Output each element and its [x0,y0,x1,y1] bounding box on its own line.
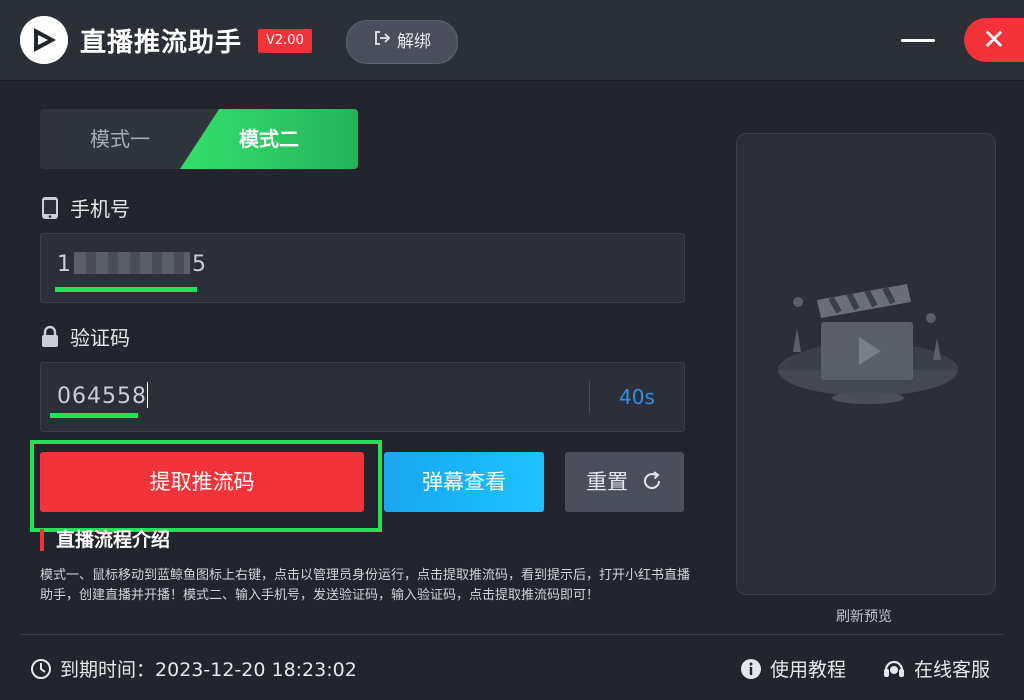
phone-field[interactable]: 15 [40,233,685,303]
code-countdown[interactable]: 40s [619,385,655,409]
phone-mask [74,252,190,274]
close-icon[interactable]: ✕ [964,18,1024,62]
phone-value: 15 [57,252,207,277]
version-badge: V2.00 [258,29,312,53]
refresh-preview-link[interactable]: 刷新预览 [836,606,892,626]
reset-label: 重置 [586,470,629,494]
code-field[interactable]: 064558 40s [40,362,685,432]
refresh-icon [641,455,663,515]
title-bar: 直播推流助手 V2.00 解绑 ✕ [0,0,1024,81]
play-logo-icon [20,16,68,64]
mode-tabs: 模式一 模式二 [40,109,358,169]
tutorial-label: 使用教程 [770,659,847,681]
online-service-link[interactable]: 在线客服 [882,655,990,685]
view-danmu-button[interactable]: 弹幕查看 [384,452,544,512]
code-value-text: 064558 [57,384,147,409]
preview-panel [736,133,996,595]
minimize-icon[interactable] [898,27,938,53]
info-icon [740,658,762,685]
phone-label: 手机号 [40,193,130,225]
intro-title: 直播流程介绍 [40,529,170,551]
close-glyph: ✕ [982,23,1006,56]
code-label-text: 验证码 [70,326,130,350]
unbind-label: 解绑 [397,32,431,52]
unbind-button[interactable]: 解绑 [346,20,458,64]
code-value: 064558 [57,382,148,409]
code-highlight-underline [50,413,138,418]
phone-label-text: 手机号 [70,197,130,221]
footer-divider [20,634,1004,635]
reset-button[interactable]: 重置 [565,452,684,512]
phone-icon [40,196,62,225]
phone-value-prefix: 1 [57,252,72,277]
tab-mode-one[interactable]: 模式一 [40,109,200,169]
clapperboard-icon [778,284,958,404]
tab-mode-two[interactable]: 模式二 [180,109,358,169]
expire-label: 到期时间： [60,659,156,681]
text-caret [146,382,148,408]
phone-highlight-underline [55,287,197,292]
unbind-icon [373,21,391,63]
expire-value: 2023-12-20 18:23:02 [155,659,357,681]
app-title: 直播推流助手 [80,28,243,58]
service-label: 在线客服 [914,659,991,681]
intro-text: 模式一、鼠标移动到蓝鲸鱼图标上右键，点击以管理员身份运行，点击提取推流码，看到提… [40,568,691,603]
tutorial-link[interactable]: 使用教程 [740,655,846,685]
phone-value-suffix: 5 [192,252,207,277]
lock-icon [40,325,62,354]
code-separator [589,381,590,413]
extract-stream-code-button[interactable]: 提取推流码 [40,452,364,512]
code-label: 验证码 [40,322,130,354]
clock-icon [30,658,52,685]
expire-info: 到期时间：2023-12-20 18:23:02 [30,655,357,685]
headset-icon [882,658,906,685]
